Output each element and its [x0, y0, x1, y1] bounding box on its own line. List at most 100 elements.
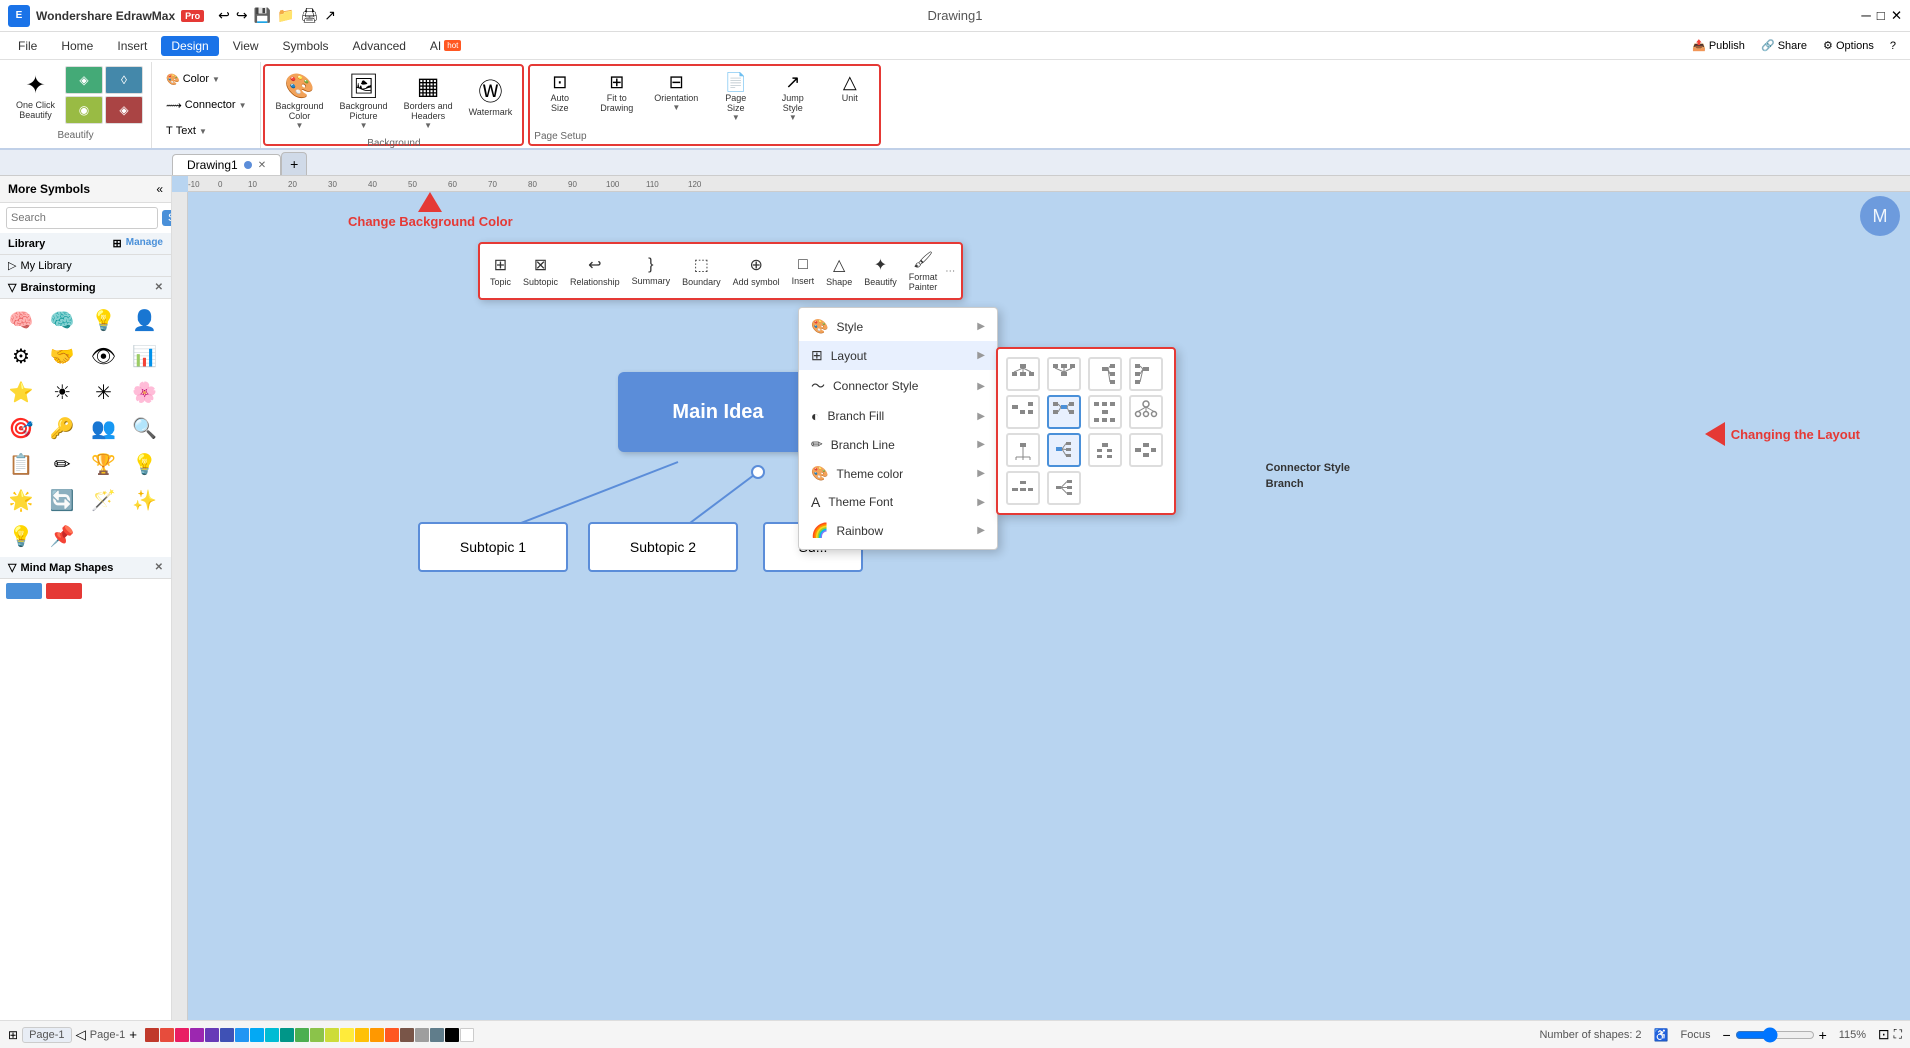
- color-swatch-17[interactable]: [385, 1028, 399, 1042]
- main-idea-box[interactable]: Main Idea: [618, 372, 818, 452]
- color-swatch-20[interactable]: [430, 1028, 444, 1042]
- mind-map-shapes-header[interactable]: ▽ Mind Map Shapes ✕: [0, 557, 171, 579]
- search-input[interactable]: [6, 207, 158, 229]
- layout-item-8[interactable]: [1129, 395, 1163, 429]
- menu-file[interactable]: File: [8, 36, 47, 56]
- fullscreen-button[interactable]: ⛶: [1894, 1027, 1902, 1042]
- symbol-loop[interactable]: 🔄: [45, 483, 79, 517]
- symbol-head-black[interactable]: 👤: [128, 303, 162, 337]
- ft-topic-button[interactable]: ⊞ Topic: [486, 253, 515, 289]
- zoom-in-button[interactable]: +: [1819, 1027, 1827, 1043]
- subtopic-1-box[interactable]: Subtopic 1: [418, 522, 568, 572]
- style-preset-1[interactable]: ◈: [65, 66, 103, 94]
- accessibility-button[interactable]: ♿: [1654, 1028, 1669, 1042]
- symbol-gear[interactable]: ⚙: [4, 339, 38, 373]
- tab-add-button[interactable]: +: [281, 152, 307, 175]
- symbol-pin[interactable]: 📌: [45, 519, 79, 553]
- symbol-idea[interactable]: 💡: [4, 519, 38, 553]
- symbol-magnify[interactable]: 🔍: [128, 411, 162, 445]
- symbol-sparkle[interactable]: ✨: [128, 483, 162, 517]
- menu-design[interactable]: Design: [161, 36, 218, 56]
- color-swatch-9[interactable]: [265, 1028, 279, 1042]
- folder-button[interactable]: 📁: [277, 7, 294, 24]
- symbol-bulb2[interactable]: 💡: [128, 447, 162, 481]
- symbol-pencil[interactable]: ✏: [45, 447, 79, 481]
- menu-ai[interactable]: AI hot: [420, 36, 471, 56]
- borders-headers-button[interactable]: ▦ Borders andHeaders ▼: [396, 68, 461, 134]
- subtopic-2-box[interactable]: Subtopic 2: [588, 522, 738, 572]
- ft-subtopic-button[interactable]: ⊠ Subtopic: [519, 253, 562, 289]
- unit-button[interactable]: △ Unit: [822, 68, 877, 129]
- color-swatch-14[interactable]: [340, 1028, 354, 1042]
- background-picture-button[interactable]: 🖼 BackgroundPicture ▼: [332, 68, 396, 134]
- page-size-button[interactable]: 📄 PageSize ▼: [708, 68, 763, 129]
- layout-item-13[interactable]: [1006, 471, 1040, 505]
- symbol-key[interactable]: 🔑: [45, 411, 79, 445]
- ft-add-symbol-button[interactable]: ⊕ Add symbol: [729, 253, 784, 289]
- export-button[interactable]: ↗: [324, 7, 336, 24]
- text-btn[interactable]: TText▼: [160, 123, 252, 139]
- help-button[interactable]: ?: [1884, 38, 1902, 54]
- color-swatch-3[interactable]: [175, 1028, 189, 1042]
- menu-symbols[interactable]: Symbols: [273, 36, 339, 56]
- maximize-button[interactable]: □: [1877, 8, 1885, 24]
- ft-format-painter-button[interactable]: 🖌 FormatPainter: [905, 248, 942, 294]
- ctx-theme-color[interactable]: 🎨 Theme color ▶: [799, 459, 997, 488]
- ctx-layout[interactable]: ⊞ Layout ▶: [799, 341, 997, 370]
- symbol-bulb-yellow[interactable]: 💡: [87, 303, 121, 337]
- ft-more-icon[interactable]: ⋯: [945, 266, 955, 277]
- background-color-button[interactable]: 🎨 BackgroundColor ▼: [267, 68, 331, 134]
- layout-item-11[interactable]: [1088, 433, 1122, 467]
- zoom-slider[interactable]: [1735, 1027, 1815, 1043]
- symbol-flower[interactable]: 🌸: [128, 375, 162, 409]
- ctx-rainbow[interactable]: 🌈 Rainbow ▶: [799, 516, 997, 545]
- color-btn[interactable]: 🎨Color▼: [160, 71, 252, 88]
- connector-btn[interactable]: ⟿Connector▼: [160, 97, 252, 114]
- undo-button[interactable]: ↩: [218, 7, 230, 24]
- ft-beautify-button[interactable]: ✦ Beautify: [860, 253, 901, 289]
- print-button[interactable]: 🖨: [301, 7, 319, 24]
- layout-item-9[interactable]: [1006, 433, 1040, 467]
- layout-item-5[interactable]: [1006, 395, 1040, 429]
- ctx-style[interactable]: 🎨 Style ▶: [799, 312, 997, 341]
- symbol-brain-green[interactable]: 🧠: [4, 303, 38, 337]
- symbol-wand[interactable]: 🪄: [87, 483, 121, 517]
- library-header[interactable]: Library ⊞ Manage: [0, 233, 171, 255]
- mind-shape-2[interactable]: [46, 583, 82, 599]
- color-swatch-11[interactable]: [295, 1028, 309, 1042]
- color-swatch-13[interactable]: [325, 1028, 339, 1042]
- mind-shape-1[interactable]: [6, 583, 42, 599]
- ft-boundary-button[interactable]: ⬚ Boundary: [678, 253, 725, 289]
- ft-relationship-button[interactable]: ↩ Relationship: [566, 253, 624, 289]
- color-swatch-1[interactable]: [145, 1028, 159, 1042]
- one-click-beautify-button[interactable]: ✦ One ClickBeautify: [8, 67, 63, 124]
- color-swatch-8[interactable]: [250, 1028, 264, 1042]
- my-library-header[interactable]: ▷ My Library: [0, 255, 171, 277]
- layout-item-10[interactable]: [1047, 433, 1081, 467]
- menu-view[interactable]: View: [223, 36, 269, 56]
- color-swatch-5[interactable]: [205, 1028, 219, 1042]
- symbol-burst[interactable]: ✳: [87, 375, 121, 409]
- menu-advanced[interactable]: Advanced: [343, 36, 416, 56]
- ctx-branch-line[interactable]: ✏ Branch Line ▶: [799, 430, 997, 459]
- minimize-button[interactable]: ─: [1861, 8, 1870, 24]
- color-swatch-10[interactable]: [280, 1028, 294, 1042]
- share-button[interactable]: 🔗 Share: [1755, 37, 1813, 54]
- color-swatch-7[interactable]: [235, 1028, 249, 1042]
- layout-item-6[interactable]: [1047, 395, 1081, 429]
- color-swatch-6[interactable]: [220, 1028, 234, 1042]
- auto-size-button[interactable]: ⊡ AutoSize: [532, 68, 587, 129]
- watermark-button[interactable]: Ⓦ Watermark: [461, 68, 521, 134]
- page-prev[interactable]: ◁: [76, 1027, 86, 1043]
- color-swatch-21[interactable]: [445, 1028, 459, 1042]
- symbol-note[interactable]: 📋: [4, 447, 38, 481]
- layout-item-7[interactable]: [1088, 395, 1122, 429]
- layout-item-1[interactable]: [1006, 357, 1040, 391]
- symbol-star[interactable]: ⭐: [4, 375, 38, 409]
- layout-item-14[interactable]: [1047, 471, 1081, 505]
- brainstorming-close-icon[interactable]: ✕: [155, 282, 163, 293]
- ctx-branch-fill[interactable]: ◐ Branch Fill ▶: [799, 402, 997, 430]
- brainstorming-header[interactable]: ▽ Brainstorming ✕: [0, 277, 171, 299]
- search-button[interactable]: Search: [162, 210, 172, 226]
- fit-to-drawing-button[interactable]: ⊞ Fit toDrawing: [589, 68, 644, 129]
